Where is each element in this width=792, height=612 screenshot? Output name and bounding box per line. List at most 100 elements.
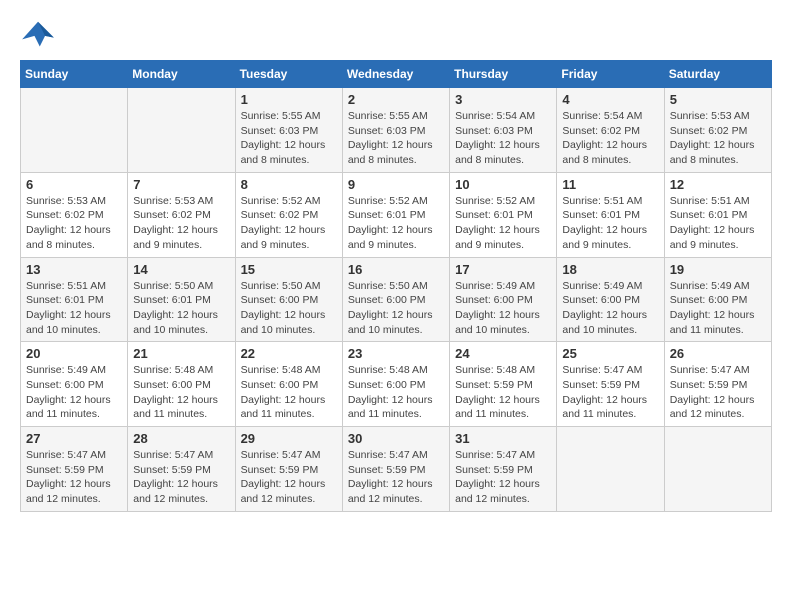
col-header-saturday: Saturday (664, 61, 771, 88)
calendar-cell: 5 Sunrise: 5:53 AM Sunset: 6:02 PM Daylig… (664, 88, 771, 173)
calendar-week-3: 13 Sunrise: 5:51 AM Sunset: 6:01 PM Dayli… (21, 257, 772, 342)
day-info: Sunrise: 5:50 AM Sunset: 6:00 PM Dayligh… (241, 279, 337, 338)
calendar-cell: 13 Sunrise: 5:51 AM Sunset: 6:01 PM Dayli… (21, 257, 128, 342)
day-info: Sunrise: 5:47 AM Sunset: 5:59 PM Dayligh… (348, 448, 444, 507)
day-info: Sunrise: 5:51 AM Sunset: 6:01 PM Dayligh… (26, 279, 122, 338)
col-header-friday: Friday (557, 61, 664, 88)
calendar-cell: 12 Sunrise: 5:51 AM Sunset: 6:01 PM Dayli… (664, 172, 771, 257)
day-info: Sunrise: 5:55 AM Sunset: 6:03 PM Dayligh… (348, 109, 444, 168)
day-number: 10 (455, 177, 551, 192)
day-info: Sunrise: 5:54 AM Sunset: 6:03 PM Dayligh… (455, 109, 551, 168)
col-header-monday: Monday (128, 61, 235, 88)
day-number: 9 (348, 177, 444, 192)
day-info: Sunrise: 5:55 AM Sunset: 6:03 PM Dayligh… (241, 109, 337, 168)
day-number: 8 (241, 177, 337, 192)
day-info: Sunrise: 5:50 AM Sunset: 6:01 PM Dayligh… (133, 279, 229, 338)
day-info: Sunrise: 5:49 AM Sunset: 6:00 PM Dayligh… (455, 279, 551, 338)
calendar-cell: 24 Sunrise: 5:48 AM Sunset: 5:59 PM Dayli… (450, 342, 557, 427)
day-number: 17 (455, 262, 551, 277)
day-info: Sunrise: 5:54 AM Sunset: 6:02 PM Dayligh… (562, 109, 658, 168)
day-info: Sunrise: 5:53 AM Sunset: 6:02 PM Dayligh… (670, 109, 766, 168)
calendar-cell: 23Sunrise: 5:48 AM Sunset: 6:00 PM Dayli… (342, 342, 449, 427)
calendar-week-2: 6 Sunrise: 5:53 AM Sunset: 6:02 PM Daylig… (21, 172, 772, 257)
col-header-tuesday: Tuesday (235, 61, 342, 88)
day-number: 22 (241, 346, 337, 361)
day-number: 13 (26, 262, 122, 277)
calendar-cell: 2 Sunrise: 5:55 AM Sunset: 6:03 PM Daylig… (342, 88, 449, 173)
day-info: Sunrise: 5:53 AM Sunset: 6:02 PM Dayligh… (26, 194, 122, 253)
day-info: Sunrise: 5:48 AM Sunset: 6:00 PM Dayligh… (133, 363, 229, 422)
day-number: 3 (455, 92, 551, 107)
col-header-sunday: Sunday (21, 61, 128, 88)
day-number: 21 (133, 346, 229, 361)
day-info: Sunrise: 5:47 AM Sunset: 5:59 PM Dayligh… (133, 448, 229, 507)
day-info: Sunrise: 5:51 AM Sunset: 6:01 PM Dayligh… (562, 194, 658, 253)
calendar-cell (664, 427, 771, 512)
calendar-cell: 11Sunrise: 5:51 AM Sunset: 6:01 PM Dayli… (557, 172, 664, 257)
calendar-cell: 9 Sunrise: 5:52 AM Sunset: 6:01 PM Daylig… (342, 172, 449, 257)
day-info: Sunrise: 5:52 AM Sunset: 6:01 PM Dayligh… (348, 194, 444, 253)
day-number: 30 (348, 431, 444, 446)
col-header-wednesday: Wednesday (342, 61, 449, 88)
page-header (20, 20, 772, 50)
calendar-cell: 14 Sunrise: 5:50 AM Sunset: 6:01 PM Dayli… (128, 257, 235, 342)
calendar-table: SundayMondayTuesdayWednesdayThursdayFrid… (20, 60, 772, 512)
calendar-cell: 7 Sunrise: 5:53 AM Sunset: 6:02 PM Daylig… (128, 172, 235, 257)
day-info: Sunrise: 5:53 AM Sunset: 6:02 PM Dayligh… (133, 194, 229, 253)
day-number: 29 (241, 431, 337, 446)
calendar-cell: 10 Sunrise: 5:52 AM Sunset: 6:01 PM Dayli… (450, 172, 557, 257)
day-number: 26 (670, 346, 766, 361)
day-number: 27 (26, 431, 122, 446)
day-number: 14 (133, 262, 229, 277)
calendar-cell: 19Sunrise: 5:49 AM Sunset: 6:00 PM Dayli… (664, 257, 771, 342)
day-number: 28 (133, 431, 229, 446)
day-number: 5 (670, 92, 766, 107)
calendar-week-1: 1Sunrise: 5:55 AM Sunset: 6:03 PM Daylig… (21, 88, 772, 173)
calendar-cell: 16 Sunrise: 5:50 AM Sunset: 6:00 PM Dayli… (342, 257, 449, 342)
calendar-cell: 28 Sunrise: 5:47 AM Sunset: 5:59 PM Dayli… (128, 427, 235, 512)
calendar-cell: 3 Sunrise: 5:54 AM Sunset: 6:03 PM Daylig… (450, 88, 557, 173)
calendar-cell (557, 427, 664, 512)
day-info: Sunrise: 5:47 AM Sunset: 5:59 PM Dayligh… (241, 448, 337, 507)
day-number: 2 (348, 92, 444, 107)
calendar-cell: 22 Sunrise: 5:48 AM Sunset: 6:00 PM Dayli… (235, 342, 342, 427)
calendar-cell: 30 Sunrise: 5:47 AM Sunset: 5:59 PM Dayli… (342, 427, 449, 512)
calendar-cell: 18 Sunrise: 5:49 AM Sunset: 6:00 PM Dayli… (557, 257, 664, 342)
calendar-week-4: 20Sunrise: 5:49 AM Sunset: 6:00 PM Dayli… (21, 342, 772, 427)
day-number: 12 (670, 177, 766, 192)
calendar-week-5: 27 Sunrise: 5:47 AM Sunset: 5:59 PM Dayli… (21, 427, 772, 512)
calendar-cell: 27 Sunrise: 5:47 AM Sunset: 5:59 PM Dayli… (21, 427, 128, 512)
calendar-cell: 21 Sunrise: 5:48 AM Sunset: 6:00 PM Dayli… (128, 342, 235, 427)
day-info: Sunrise: 5:48 AM Sunset: 6:00 PM Dayligh… (348, 363, 444, 422)
day-info: Sunrise: 5:50 AM Sunset: 6:00 PM Dayligh… (348, 279, 444, 338)
calendar-cell: 8 Sunrise: 5:52 AM Sunset: 6:02 PM Daylig… (235, 172, 342, 257)
day-info: Sunrise: 5:47 AM Sunset: 5:59 PM Dayligh… (455, 448, 551, 507)
day-info: Sunrise: 5:48 AM Sunset: 6:00 PM Dayligh… (241, 363, 337, 422)
day-number: 7 (133, 177, 229, 192)
day-number: 24 (455, 346, 551, 361)
calendar-cell (21, 88, 128, 173)
day-info: Sunrise: 5:49 AM Sunset: 6:00 PM Dayligh… (562, 279, 658, 338)
calendar-header-row: SundayMondayTuesdayWednesdayThursdayFrid… (21, 61, 772, 88)
day-info: Sunrise: 5:51 AM Sunset: 6:01 PM Dayligh… (670, 194, 766, 253)
calendar-cell: 25Sunrise: 5:47 AM Sunset: 5:59 PM Dayli… (557, 342, 664, 427)
logo-icon (20, 20, 56, 50)
day-info: Sunrise: 5:52 AM Sunset: 6:01 PM Dayligh… (455, 194, 551, 253)
day-number: 19 (670, 262, 766, 277)
day-number: 6 (26, 177, 122, 192)
day-number: 15 (241, 262, 337, 277)
calendar-cell: 6 Sunrise: 5:53 AM Sunset: 6:02 PM Daylig… (21, 172, 128, 257)
day-info: Sunrise: 5:52 AM Sunset: 6:02 PM Dayligh… (241, 194, 337, 253)
day-number: 31 (455, 431, 551, 446)
calendar-cell: 29 Sunrise: 5:47 AM Sunset: 5:59 PM Dayli… (235, 427, 342, 512)
calendar-cell: 1Sunrise: 5:55 AM Sunset: 6:03 PM Daylig… (235, 88, 342, 173)
day-info: Sunrise: 5:49 AM Sunset: 6:00 PM Dayligh… (26, 363, 122, 422)
col-header-thursday: Thursday (450, 61, 557, 88)
day-info: Sunrise: 5:47 AM Sunset: 5:59 PM Dayligh… (26, 448, 122, 507)
day-number: 16 (348, 262, 444, 277)
day-number: 18 (562, 262, 658, 277)
calendar-cell: 26Sunrise: 5:47 AM Sunset: 5:59 PM Dayli… (664, 342, 771, 427)
day-info: Sunrise: 5:48 AM Sunset: 5:59 PM Dayligh… (455, 363, 551, 422)
day-number: 25 (562, 346, 658, 361)
logo (20, 20, 58, 50)
